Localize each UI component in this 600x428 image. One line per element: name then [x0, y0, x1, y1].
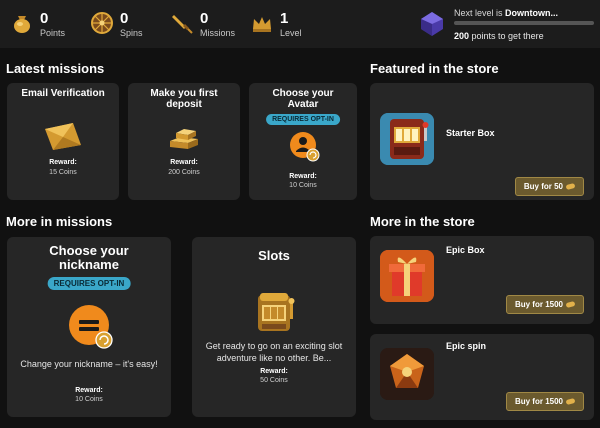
mission-title: Choose your Avatar [272, 88, 334, 110]
buy-button-label: Buy for 1500 [514, 300, 563, 309]
more-missions-heading: More in missions [6, 214, 113, 229]
next-level-name: Downtown... [505, 8, 559, 18]
mission-card-slots[interactable]: Slots Get ready to go on an exciting slo… [192, 237, 356, 417]
stat-value: 0 [200, 10, 209, 27]
featured-store-heading: Featured in the store [370, 61, 499, 76]
level-gem-icon [421, 12, 443, 36]
envelope-icon [45, 123, 81, 150]
mission-card-nickname[interactable]: Choose your nickname REQUIRES OPT-IN Cha… [7, 237, 171, 417]
requires-optin-badge: REQUIRES OPT-IN [266, 114, 340, 125]
reward-value: 50 Coins [260, 377, 288, 384]
avatar-icon [290, 132, 320, 162]
slot-machine-icon [380, 113, 434, 165]
stat-value: 1 [280, 10, 289, 27]
next-level-panel[interactable]: Next level is Downtown... 200 points to … [418, 6, 596, 44]
more-store-heading: More in the store [370, 214, 475, 229]
reward-value: 200 Coins [168, 169, 200, 176]
mission-description: Change your nickname – it's easy! [20, 359, 158, 369]
starter-box-image [380, 113, 434, 165]
mission-title: Choose your nickname [49, 243, 129, 272]
epic-spin-image [380, 348, 434, 400]
buy-epic-box-button[interactable]: Buy for 1500 [505, 295, 584, 314]
stat-value: 0 [40, 10, 49, 27]
store-item-name: Epic Box [446, 245, 485, 255]
mission-description: Get ready to go on an exciting slot adve… [205, 341, 343, 363]
mission-card-deposit[interactable]: Make you first deposit Reward: 200 Coins [128, 83, 240, 200]
reward-label: Reward: [170, 159, 198, 166]
stat-value: 0 [120, 10, 129, 27]
buy-button-label: Buy for 50 [523, 182, 563, 191]
gold-slot-machine-icon [258, 293, 295, 331]
coin-icon [565, 301, 576, 309]
stat-label: Spins [120, 28, 143, 38]
stats-bar: 0 Points 0 Spins 0 Missions 1 Level Next… [0, 0, 600, 48]
buy-starter-box-button[interactable]: Buy for 50 [514, 177, 584, 196]
coin-icon [565, 398, 576, 406]
latest-missions-heading: Latest missions [6, 61, 105, 76]
requires-optin-badge: REQUIRES OPT-IN [47, 277, 131, 290]
points-needed-text: 200 points to get there [454, 31, 544, 41]
reward-label: Reward: [75, 387, 103, 394]
store-card-epic-spin[interactable]: Epic spin Buy for 1500 [370, 334, 594, 420]
stat-label: Missions [200, 28, 236, 38]
mission-card-avatar[interactable]: Choose your Avatar REQUIRES OPT-IN Rewar… [249, 83, 357, 200]
wheel-icon [91, 12, 113, 34]
gift-box-icon [380, 250, 434, 302]
reward-value: 15 Coins [49, 169, 77, 176]
spin-gem-icon [380, 348, 434, 400]
stat-label: Level [280, 28, 302, 38]
store-item-name: Epic spin [446, 341, 487, 351]
mission-title: Make you first deposit [150, 88, 218, 110]
epic-box-image [380, 250, 434, 302]
crown-icon [253, 17, 271, 32]
dagger-icon [172, 15, 193, 34]
mission-title: Email Verification [21, 88, 105, 99]
mission-card-email[interactable]: Email Verification Reward: 15 Coins [7, 83, 119, 200]
stat-spins: 0 Spins [90, 8, 160, 40]
reward-value: 10 Coins [75, 396, 103, 403]
store-item-name: Starter Box [446, 128, 495, 138]
buy-button-label: Buy for 1500 [514, 397, 563, 406]
reward-label: Reward: [49, 159, 77, 166]
stat-level: 1 Level [250, 8, 320, 40]
store-card-epic-box[interactable]: Epic Box Buy for 1500 [370, 236, 594, 324]
reward-label: Reward: [260, 368, 288, 375]
coin-icon [565, 183, 576, 191]
bag-icon [14, 16, 30, 33]
stat-missions: 0 Missions [170, 8, 250, 40]
reward-label: Reward: [289, 173, 317, 180]
nickname-icon [69, 305, 113, 349]
gold-bars-icon [170, 129, 198, 149]
featured-store-card[interactable]: Starter Box Buy for 50 [370, 83, 594, 200]
reward-value: 10 Coins [289, 182, 317, 189]
stat-points: 0 Points [10, 8, 80, 40]
level-progress-bar [454, 21, 594, 25]
buy-epic-spin-button[interactable]: Buy for 1500 [505, 392, 584, 411]
next-level-text: Next level is Downtown... [454, 8, 559, 18]
mission-title: Slots [258, 248, 290, 263]
stat-label: Points [40, 28, 66, 38]
